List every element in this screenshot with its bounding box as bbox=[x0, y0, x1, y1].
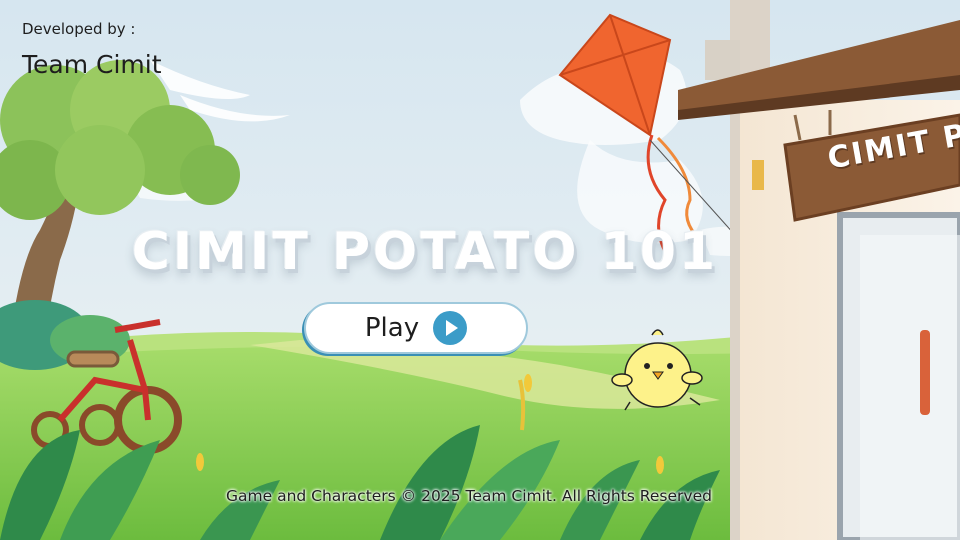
developed-by-label: Developed by : bbox=[22, 20, 136, 38]
game-title: CIMIT POTATO 101 bbox=[131, 222, 719, 282]
title-screen: CIMIT P Developed by : Team Cimit CIMIT … bbox=[0, 0, 960, 540]
play-button-label: Play bbox=[364, 313, 420, 343]
copyright-text: Game and Characters © 2025 Team Cimit. A… bbox=[226, 487, 712, 505]
developer-name: Team Cimit bbox=[22, 50, 162, 79]
play-icon bbox=[433, 311, 468, 345]
play-button[interactable]: Play bbox=[304, 302, 528, 354]
